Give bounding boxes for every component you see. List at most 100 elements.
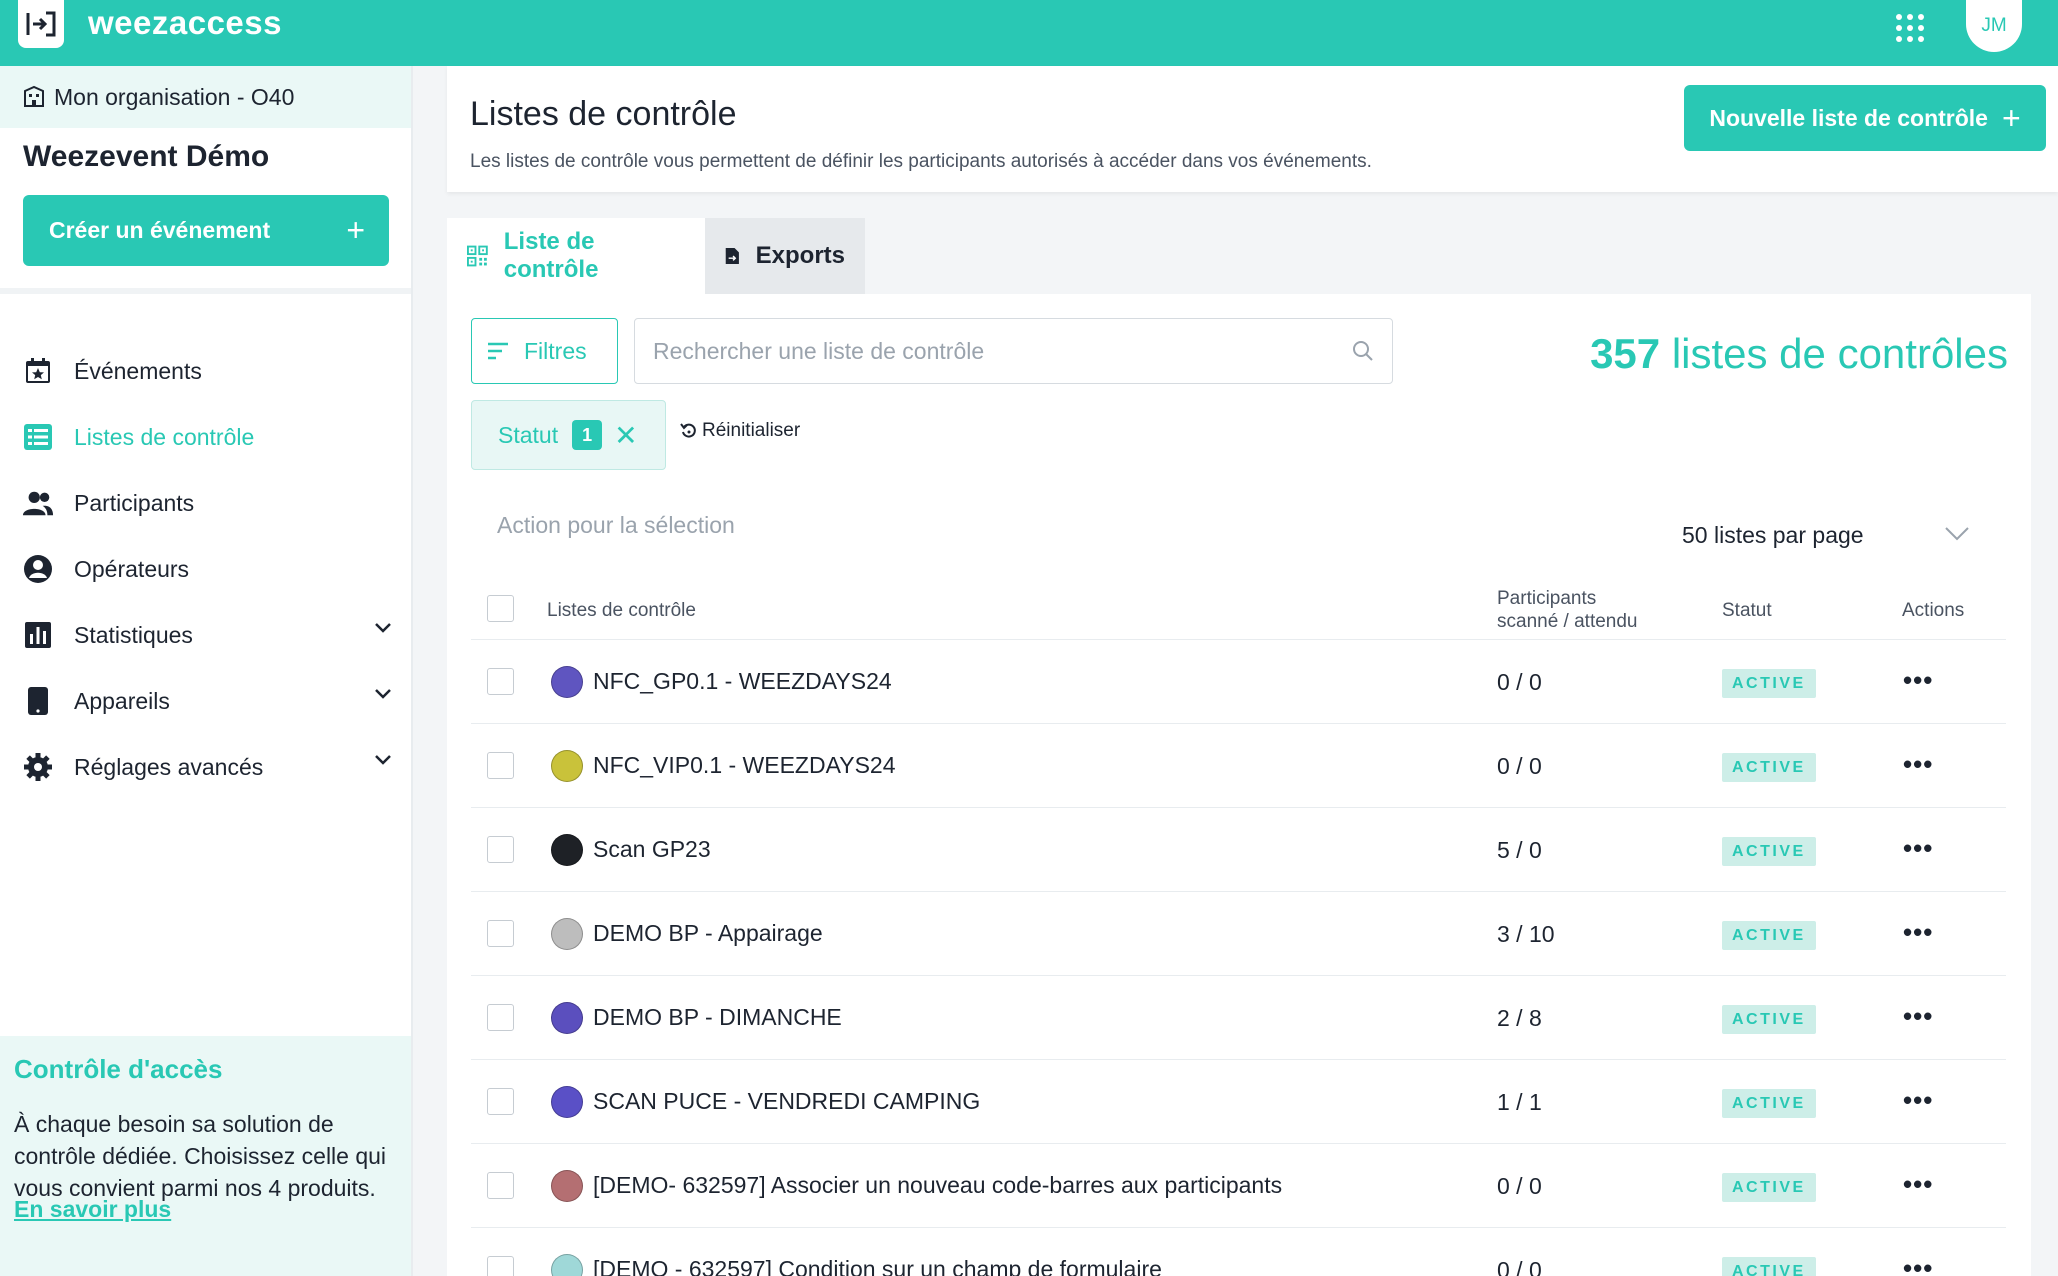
list-name[interactable]: DEMO BP - Appairage: [593, 920, 823, 947]
table-row[interactable]: [DEMO - 632597] Condition sur un champ d…: [471, 1228, 2006, 1276]
result-count-suffix: listes de contrôles: [1671, 330, 2008, 377]
sidebar-item-participants[interactable]: Participants: [22, 478, 392, 528]
tab-liste-de-controle[interactable]: Liste de contrôle: [447, 218, 705, 294]
reset-filters-button[interactable]: Réinitialiser: [680, 420, 800, 442]
table-row[interactable]: NFC_GP0.1 - WEEZDAYS24 0 / 0 ACTIVE •••: [471, 640, 2006, 724]
file-export-icon: [725, 247, 739, 265]
row-checkbox[interactable]: [487, 1256, 514, 1276]
organisation-selector[interactable]: Mon organisation - O40: [0, 66, 411, 128]
column-header-name: Listes de contrôle: [547, 600, 696, 621]
new-control-list-label: Nouvelle liste de contrôle: [1709, 104, 1988, 131]
control-lists-table: Listes de contrôle Participants scanné /…: [471, 580, 2006, 1276]
list-name[interactable]: NFC_VIP0.1 - WEEZDAYS24: [593, 752, 896, 779]
row-checkbox[interactable]: [487, 920, 514, 947]
status-badge: ACTIVE: [1722, 1173, 1816, 1202]
table-body: NFC_GP0.1 - WEEZDAYS24 0 / 0 ACTIVE ••• NFC_…: [471, 640, 2006, 1276]
new-control-list-button[interactable]: Nouvelle liste de contrôle +: [1684, 85, 2046, 151]
filters-button[interactable]: Filtres: [471, 318, 618, 384]
row-checkbox[interactable]: [487, 1088, 514, 1115]
selection-action-dropdown[interactable]: Action pour la sélection: [497, 512, 735, 539]
row-checkbox[interactable]: [487, 1004, 514, 1031]
tab-exports[interactable]: Exports: [705, 218, 865, 294]
row-checkbox[interactable]: [487, 752, 514, 779]
sidebar-item-operateurs[interactable]: Opérateurs: [22, 544, 392, 594]
chevron-down-icon[interactable]: [374, 754, 392, 766]
list-color-dot: [551, 918, 583, 950]
table-row[interactable]: [DEMO- 632597] Associer un nouveau code-…: [471, 1144, 2006, 1228]
close-icon[interactable]: ✕: [614, 419, 637, 452]
chevron-down-icon[interactable]: [1944, 526, 1970, 542]
list-name[interactable]: DEMO BP - DIMANCHE: [593, 1004, 842, 1031]
status-badge: ACTIVE: [1722, 837, 1816, 866]
status-badge: ACTIVE: [1722, 753, 1816, 782]
divider: [0, 288, 411, 294]
more-actions-icon[interactable]: •••: [1903, 1087, 1933, 1113]
more-actions-icon[interactable]: •••: [1903, 667, 1933, 693]
chip-count-badge: 1: [572, 420, 603, 450]
table-row[interactable]: DEMO BP - Appairage 3 / 10 ACTIVE •••: [471, 892, 2006, 976]
scanned-expected: 1 / 1: [1497, 1089, 1542, 1115]
more-actions-icon[interactable]: •••: [1903, 1003, 1933, 1029]
phone-icon: [22, 685, 54, 717]
table-row[interactable]: NFC_VIP0.1 - WEEZDAYS24 0 / 0 ACTIVE •••: [471, 724, 2006, 808]
table-row[interactable]: DEMO BP - DIMANCHE 2 / 8 ACTIVE •••: [471, 976, 2006, 1060]
people-icon: [22, 487, 54, 519]
promo-text: À chaque besoin sa solution de contrôle …: [14, 1111, 387, 1201]
list-name[interactable]: Scan GP23: [593, 836, 711, 863]
sidebar-item-reglages-avances[interactable]: Réglages avancés: [22, 742, 392, 792]
learn-more-link[interactable]: En savoir plus: [14, 1196, 171, 1223]
scanned-expected: 0 / 0: [1497, 669, 1542, 695]
list-color-dot: [551, 666, 583, 698]
apps-grid-icon[interactable]: [1896, 14, 1924, 42]
per-page-select[interactable]: 50 listes par page: [1682, 522, 1864, 549]
list-name[interactable]: NFC_GP0.1 - WEEZDAYS24: [593, 668, 892, 695]
sidebar-item-label: Statistiques: [74, 621, 193, 648]
chevron-down-icon[interactable]: [374, 622, 392, 634]
sidebar-item-listes-de-controle[interactable]: Listes de contrôle: [22, 412, 392, 462]
sidebar-item-statistiques[interactable]: Statistiques: [22, 610, 392, 660]
result-count: 357 listes de contrôles: [1590, 330, 2008, 378]
search-field[interactable]: [634, 318, 1393, 384]
sidebar-item-label: Appareils: [74, 687, 170, 714]
scanned-expected: 0 / 0: [1497, 1173, 1542, 1199]
reset-label: Réinitialiser: [702, 420, 801, 441]
search-input[interactable]: [653, 337, 1352, 365]
status-badge: ACTIVE: [1722, 669, 1816, 698]
list-name[interactable]: SCAN PUCE - VENDREDI CAMPING: [593, 1088, 980, 1115]
row-checkbox[interactable]: [487, 836, 514, 863]
more-actions-icon[interactable]: •••: [1903, 1171, 1933, 1197]
table-row[interactable]: SCAN PUCE - VENDREDI CAMPING 1 / 1 ACTIVE •…: [471, 1060, 2006, 1144]
list-name[interactable]: [DEMO- 632597] Associer un nouveau code-…: [593, 1172, 1282, 1199]
table-row[interactable]: Scan GP23 5 / 0 ACTIVE •••: [471, 808, 2006, 892]
more-actions-icon[interactable]: •••: [1903, 919, 1933, 945]
list-color-dot: [551, 1170, 583, 1202]
tab-label: Liste de contrôle: [503, 228, 599, 283]
list-color-dot: [551, 1002, 583, 1034]
list-icon: [22, 421, 54, 453]
chip-label: Statut: [498, 421, 559, 448]
chevron-down-icon[interactable]: [374, 688, 392, 700]
sidebar-item-evenements[interactable]: Événements: [22, 346, 392, 396]
status-filter-chip[interactable]: Statut 1 ✕: [471, 400, 666, 470]
search-icon[interactable]: [1352, 340, 1374, 362]
status-badge: ACTIVE: [1722, 921, 1816, 950]
avatar[interactable]: JM: [1966, 0, 2022, 52]
row-checkbox[interactable]: [487, 1172, 514, 1199]
select-all-checkbox[interactable]: [487, 595, 514, 622]
list-name[interactable]: [DEMO - 632597] Condition sur un champ d…: [593, 1256, 1162, 1276]
row-checkbox[interactable]: [487, 668, 514, 695]
plus-icon: +: [346, 212, 365, 248]
result-count-number: 357: [1590, 330, 1661, 377]
app-logo-icon[interactable]: [18, 0, 64, 48]
building-icon: [24, 85, 44, 107]
more-actions-icon[interactable]: •••: [1903, 1255, 1933, 1276]
gear-icon: [22, 751, 54, 783]
scanned-expected: 0 / 0: [1497, 1257, 1542, 1276]
create-event-button[interactable]: Créer un événement +: [23, 195, 389, 266]
more-actions-icon[interactable]: •••: [1903, 835, 1933, 861]
promo-panel: Contrôle d'accès À chaque besoin sa solu…: [0, 1036, 411, 1276]
sidebar-item-appareils[interactable]: Appareils: [22, 676, 392, 726]
page-title: Listes de contrôle: [470, 95, 737, 133]
qr-code-icon: [467, 245, 488, 267]
more-actions-icon[interactable]: •••: [1903, 751, 1933, 777]
